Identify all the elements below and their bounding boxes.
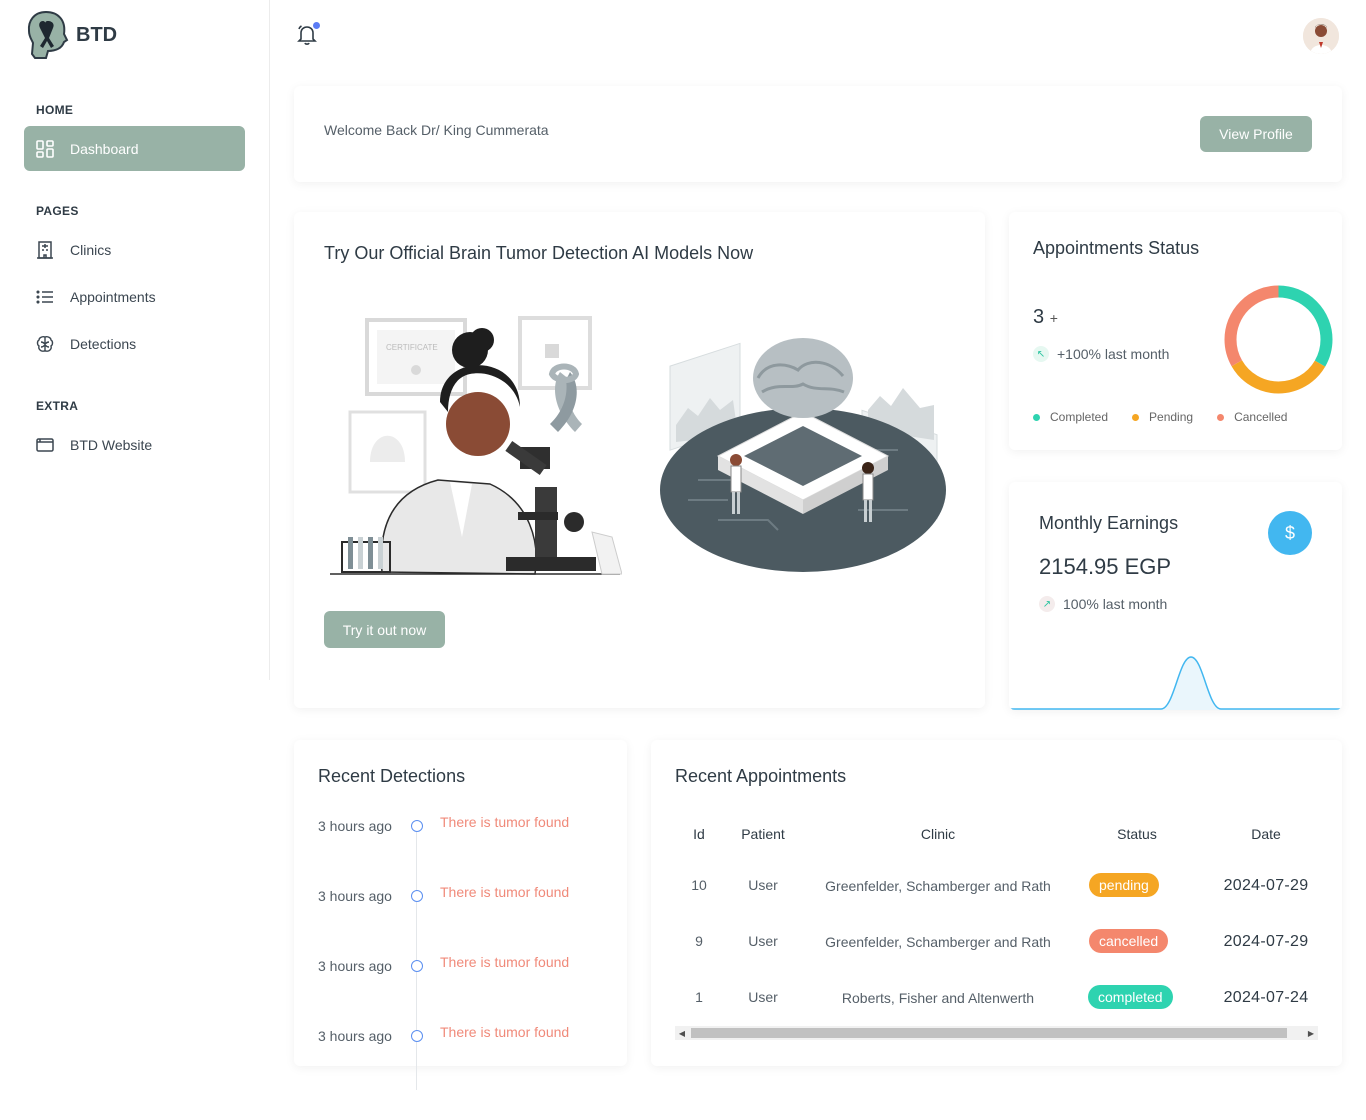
- cell-patient: User: [748, 933, 778, 949]
- brand[interactable]: BTD: [26, 10, 117, 60]
- detection-message: There is tumor found: [440, 954, 570, 970]
- appointments-donut-chart: [1224, 285, 1333, 394]
- cell-clinic: Greenfelder, Schamberger and Rath: [825, 878, 1051, 894]
- table-horizontal-scrollbar[interactable]: ◀ ▶: [675, 1026, 1318, 1040]
- ai-promo-card: Try Our Official Brain Tumor Detection A…: [294, 212, 985, 708]
- detection-message: There is tumor found: [440, 884, 570, 900]
- appointments-trend-text: +100% last month: [1057, 346, 1170, 362]
- sidebar-item-label: Dashboard: [70, 140, 139, 157]
- recent-appointments-card: Recent Appointments: [651, 740, 1342, 1066]
- recent-appointments-title: Recent Appointments: [675, 766, 847, 786]
- detection-message: There is tumor found: [440, 814, 570, 830]
- detection-item[interactable]: 3 hours ago There is tumor found: [318, 1024, 569, 1044]
- sidebar-item-appointments[interactable]: Appointments: [24, 274, 245, 319]
- appointments-count-value: 3: [1033, 306, 1045, 328]
- cell-date: 2024-07-24: [1223, 989, 1309, 1006]
- detection-item[interactable]: 3 hours ago There is tumor found: [318, 884, 569, 904]
- section-home: HOME: [36, 103, 74, 117]
- appointments-count-suffix: +: [1049, 310, 1058, 326]
- section-extra: EXTRA: [36, 399, 79, 413]
- earnings-value: 2154.95 EGP: [1039, 554, 1172, 579]
- brain-ribbon-logo-icon: [27, 10, 69, 59]
- status-badge: completed: [1088, 985, 1173, 1009]
- sidebar-item-clinics[interactable]: Clinics: [24, 227, 245, 272]
- status-badge: pending: [1089, 873, 1159, 897]
- appointments-status-title: Appointments Status: [1033, 238, 1200, 258]
- welcome-message: Welcome Back Dr/ King Cummerata: [324, 122, 549, 138]
- brain-icon: [36, 335, 54, 352]
- legend-cancelled[interactable]: Cancelled: [1217, 410, 1287, 424]
- cell-date: 2024-07-29: [1223, 933, 1309, 950]
- sidebar-item-label: Detections: [70, 335, 137, 352]
- earnings-trend: ↗ 100% last month: [1039, 596, 1167, 612]
- cell-patient: User: [748, 877, 778, 893]
- view-profile-button[interactable]: View Profile: [1200, 116, 1312, 152]
- detection-item[interactable]: 3 hours ago There is tumor found: [318, 814, 569, 834]
- cell-date: 2024-07-29: [1223, 877, 1309, 894]
- notification-dot: [313, 22, 320, 29]
- sidebar-item-label: Appointments: [70, 288, 156, 305]
- cell-id: 9: [695, 933, 703, 949]
- earnings-title: Monthly Earnings: [1039, 513, 1179, 533]
- timeline-dot: [411, 960, 423, 972]
- detection-item[interactable]: 3 hours ago There is tumor found: [318, 954, 569, 974]
- ai-promo-title: Try Our Official Brain Tumor Detection A…: [324, 243, 754, 263]
- scrollbar-thumb[interactable]: [691, 1028, 1287, 1038]
- certificate-label: CERTIFICATE: [386, 343, 438, 352]
- earnings-sparkline: [1009, 656, 1342, 710]
- timeline-dot: [411, 890, 423, 902]
- column-header-date[interactable]: Date: [1210, 826, 1322, 842]
- column-header-id[interactable]: Id: [684, 826, 714, 842]
- appointments-legend: Completed Pending Cancelled: [1033, 410, 1287, 424]
- arrow-up-left-icon: ↖: [1033, 346, 1049, 362]
- detection-time: 3 hours ago: [318, 888, 392, 904]
- sidebar-item-label: BTD Website: [70, 436, 153, 453]
- column-header-patient[interactable]: Patient: [728, 826, 798, 842]
- recent-detections-title: Recent Detections: [318, 766, 466, 786]
- monthly-earnings-card: Monthly Earnings $ 2154.95 EGP ↗ 100% la…: [1009, 482, 1342, 710]
- sidebar: BTD HOME Dashboard PAGES Clinics Appoint…: [0, 0, 270, 680]
- try-it-out-button[interactable]: Try it out now: [324, 611, 445, 648]
- notification-button[interactable]: [296, 22, 320, 46]
- user-avatar[interactable]: [1303, 18, 1339, 54]
- dashboard-icon: [36, 139, 54, 158]
- sidebar-item-btd-website[interactable]: BTD Website: [24, 422, 245, 467]
- column-header-status[interactable]: Status: [1090, 826, 1184, 842]
- brand-name: BTD: [76, 23, 118, 46]
- arrow-up-right-icon: ↗: [1039, 596, 1055, 612]
- cell-patient: User: [748, 989, 778, 1005]
- scroll-left-arrow-icon[interactable]: ◀: [675, 1026, 689, 1040]
- status-badge: cancelled: [1089, 929, 1169, 953]
- section-pages: PAGES: [36, 204, 79, 218]
- legend-pending[interactable]: Pending: [1132, 410, 1193, 424]
- cell-id: 1: [695, 989, 703, 1005]
- appointments-status-card: Appointments Status 3 + ↖ +100% last mon…: [1009, 212, 1342, 450]
- detection-time: 3 hours ago: [318, 958, 392, 974]
- sidebar-item-label: Clinics: [70, 241, 112, 258]
- ai-brain-platform-illustration: [660, 338, 946, 572]
- list-icon: [36, 289, 53, 304]
- welcome-card: Welcome Back Dr/ King Cummerata View Pro…: [294, 86, 1342, 182]
- timeline-dot: [411, 1030, 423, 1042]
- legend-completed[interactable]: Completed: [1033, 410, 1108, 424]
- column-header-clinic[interactable]: Clinic: [808, 826, 1068, 842]
- timeline-dot: [411, 820, 423, 832]
- appointments-count: 3 +: [1033, 306, 1058, 329]
- doctor-avatar-icon: [1303, 18, 1339, 54]
- cell-id: 10: [691, 877, 707, 893]
- appointments-trend: ↖ +100% last month: [1033, 346, 1169, 362]
- sidebar-item-detections[interactable]: Detections: [24, 321, 245, 366]
- cell-clinic: Greenfelder, Schamberger and Rath: [825, 934, 1051, 950]
- cell-clinic: Roberts, Fisher and Altenwerth: [841, 990, 1035, 1006]
- browser-icon: [36, 437, 54, 452]
- detection-time: 3 hours ago: [318, 1028, 392, 1044]
- dollar-icon: $: [1268, 511, 1312, 555]
- sidebar-item-dashboard[interactable]: Dashboard: [24, 126, 245, 171]
- earnings-trend-text: 100% last month: [1063, 596, 1168, 612]
- detection-message: There is tumor found: [440, 1024, 570, 1040]
- building-icon: [37, 240, 53, 259]
- scroll-right-arrow-icon[interactable]: ▶: [1304, 1026, 1318, 1040]
- detection-time: 3 hours ago: [318, 818, 392, 834]
- doctor-microscope-illustration: CERTIFICATE: [330, 316, 622, 575]
